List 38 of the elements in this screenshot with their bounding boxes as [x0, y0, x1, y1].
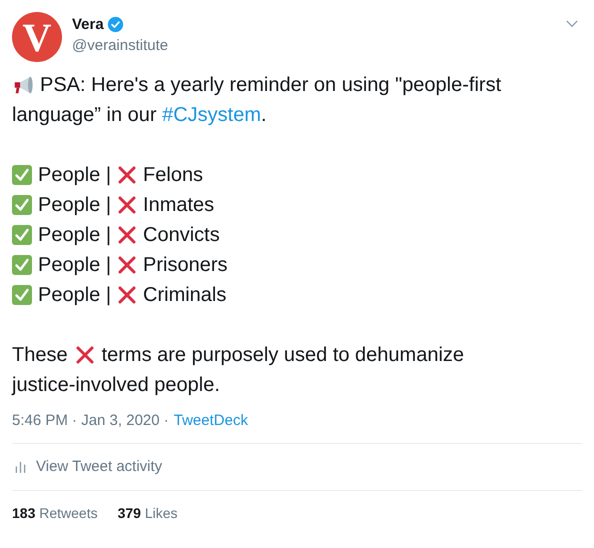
bar-chart-icon	[15, 459, 26, 474]
stat-text[interactable]: 379 Likes	[118, 505, 178, 521]
cross-mark-icon	[74, 345, 96, 365]
list-text: Convicts	[143, 223, 220, 248]
hashtag-link[interactable]: #CJsystem	[162, 104, 262, 126]
cross-mark-icon	[117, 195, 138, 215]
cross-mark-icon	[117, 165, 138, 185]
stat-text[interactable]: 183 Retweets	[12, 505, 98, 521]
list-text: Felons	[143, 163, 204, 188]
list-text: People |	[38, 253, 112, 278]
check-mark-icon	[12, 285, 32, 305]
tweet-text: PSA: Here's a yearly reminder on using "people-first	[40, 73, 502, 98]
list-text: People |	[38, 223, 112, 248]
author-handle[interactable]: @verainstitute	[72, 37, 566, 54]
tweet-text: justice-involved people.	[12, 373, 220, 398]
tweet-text: terms are purposely used to dehumanize	[102, 343, 464, 368]
check-mark-icon	[12, 225, 32, 245]
timestamp[interactable]: 5:46 PM · Jan 3, 2020 ·	[12, 412, 169, 429]
list-text: Criminals	[143, 283, 226, 308]
tweet-text: language” in our #CJsystem.	[12, 103, 267, 128]
megaphone-icon	[12, 75, 34, 95]
activity-link[interactable]: View Tweet activity	[12, 444, 582, 491]
cross-mark-icon	[117, 285, 138, 305]
author-name[interactable]: Vera	[72, 16, 104, 33]
check-mark-icon	[12, 165, 32, 185]
source-link[interactable]: TweetDeck	[174, 412, 248, 429]
cross-mark-icon	[117, 225, 138, 245]
check-mark-icon	[12, 195, 32, 215]
check-mark-icon	[12, 255, 32, 275]
list-text: Inmates	[143, 193, 214, 218]
list-text: People |	[38, 283, 112, 308]
chevron-down-icon[interactable]	[566, 20, 578, 28]
avatar[interactable]: V	[12, 12, 62, 62]
list-text: People |	[38, 193, 112, 218]
list-text: Prisoners	[143, 253, 228, 278]
list-text: People |	[38, 163, 112, 188]
tweet-text: These	[12, 343, 68, 368]
cross-mark-icon	[117, 255, 138, 275]
